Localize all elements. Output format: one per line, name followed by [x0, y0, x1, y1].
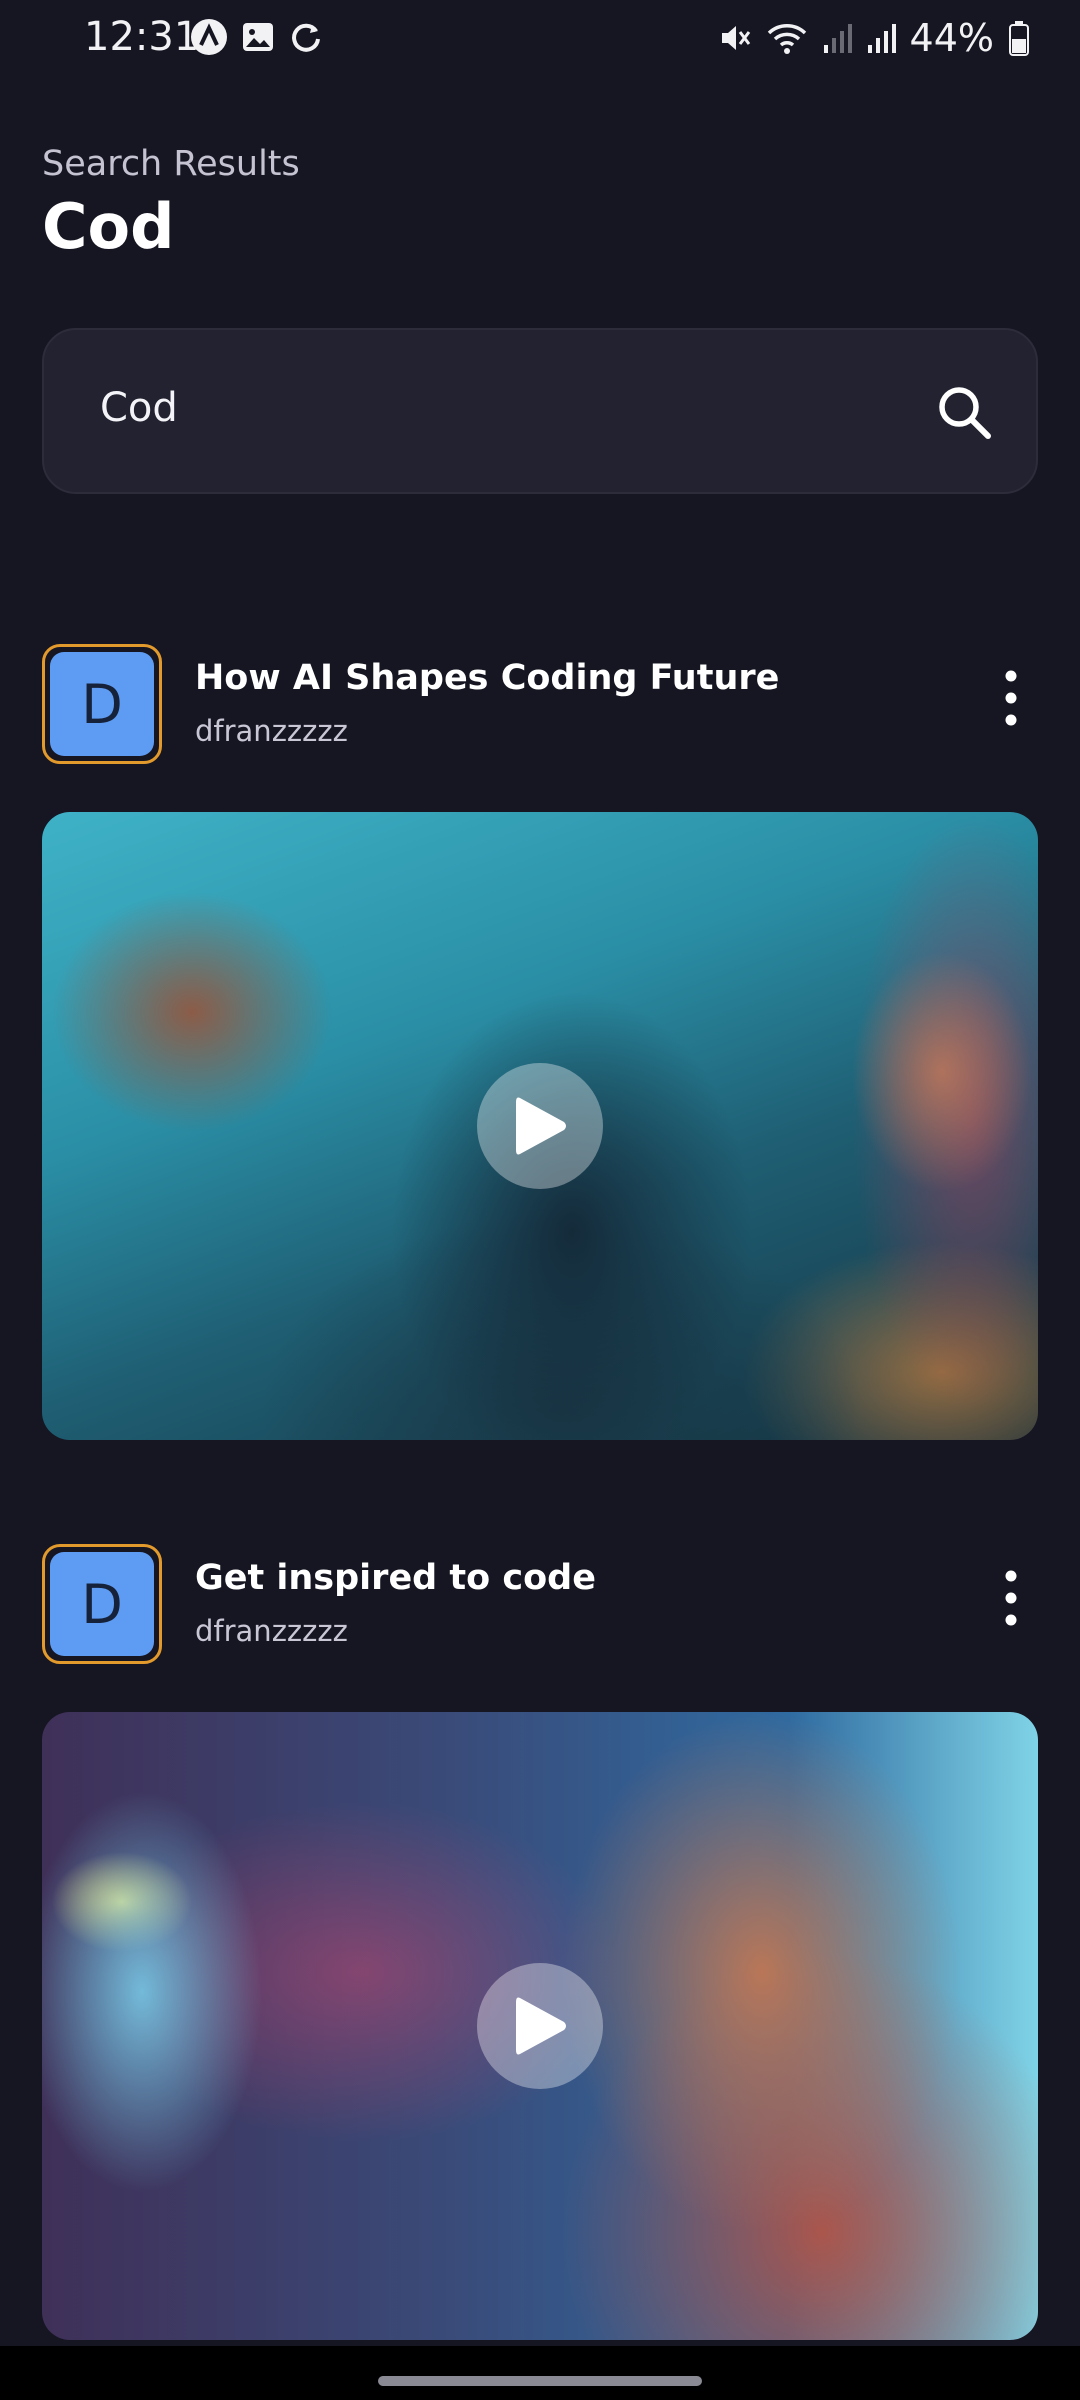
page-subtitle: Search Results: [42, 144, 300, 184]
status-system-icons: 44%: [718, 16, 1030, 60]
page-title: Cod: [42, 190, 175, 263]
more-options-icon[interactable]: [998, 668, 1024, 728]
gallery-icon: [243, 23, 273, 51]
avatar[interactable]: D: [42, 1544, 162, 1664]
more-options-icon[interactable]: [998, 1568, 1024, 1628]
avatar[interactable]: D: [42, 644, 162, 764]
app-a-icon: [191, 19, 227, 55]
status-time: 12:31: [84, 14, 200, 60]
post-author[interactable]: dfranzzzzz: [195, 714, 348, 748]
post-header[interactable]: D How AI Shapes Coding Future dfranzzzzz: [42, 644, 1038, 768]
search-icon[interactable]: [934, 382, 994, 442]
video-thumbnail[interactable]: [42, 1712, 1038, 2340]
post-author[interactable]: dfranzzzzz: [195, 1614, 348, 1648]
play-button[interactable]: [477, 1963, 603, 2089]
battery-percentage: 44%: [909, 16, 994, 60]
status-bar: 12:31 44%: [0, 0, 1080, 80]
signal-icon: [867, 24, 896, 53]
navigation-bar: [0, 2346, 1080, 2400]
avatar-letter: D: [50, 652, 154, 756]
wifi-icon: [767, 24, 806, 54]
home-indicator[interactable]: [378, 2376, 702, 2386]
play-icon: [516, 1997, 566, 2055]
post-title[interactable]: How AI Shapes Coding Future: [195, 658, 779, 698]
battery-icon: [1009, 21, 1029, 56]
sync-icon: [292, 23, 320, 52]
post-title[interactable]: Get inspired to code: [195, 1558, 596, 1598]
search-input[interactable]: Cod: [100, 385, 178, 431]
play-icon: [516, 1097, 566, 1155]
avatar-letter: D: [50, 1552, 154, 1656]
play-button[interactable]: [477, 1063, 603, 1189]
post-header[interactable]: D Get inspired to code dfranzzzzz: [42, 1544, 1038, 1668]
mute-icon: [721, 26, 750, 50]
search-bar[interactable]: Cod: [42, 328, 1038, 494]
status-notification-icons: [190, 18, 324, 56]
signal-icon: [823, 24, 852, 53]
video-thumbnail[interactable]: [42, 812, 1038, 1440]
